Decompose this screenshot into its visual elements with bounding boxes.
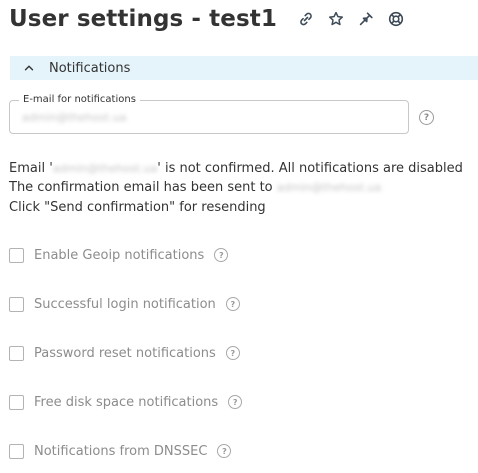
disk-space-checkbox[interactable]	[9, 394, 24, 410]
page-title: User settings - test1	[9, 6, 277, 32]
chevron-up-icon	[22, 61, 36, 75]
email-field[interactable]: E-mail for notifications admin@thehost.u…	[9, 93, 409, 134]
status-line-unconfirmed: Email 'admin@thehost.ua' is not confirme…	[9, 161, 463, 176]
dnssec-label[interactable]: Notifications from DNSSEC	[34, 444, 207, 459]
star-icon[interactable]	[328, 11, 344, 27]
email-field-value[interactable]: admin@thehost.ua	[22, 111, 126, 124]
title-toolbar	[298, 11, 418, 27]
password-reset-label[interactable]: Password reset notifications	[34, 346, 216, 361]
dnssec-help-icon[interactable]: ?	[217, 444, 232, 458]
option-dnssec: Notifications from DNSSEC ?	[9, 442, 232, 460]
dnssec-checkbox[interactable]	[9, 443, 24, 459]
login-label[interactable]: Successful login notification	[34, 297, 216, 312]
status-line-sent: The confirmation email has been sent to …	[9, 180, 382, 195]
status-line-resend: Click "Send confirmation" for resending	[9, 200, 266, 215]
disk-space-help-icon[interactable]: ?	[228, 395, 243, 409]
section-title: Notifications	[49, 60, 131, 76]
option-geoip: Enable Geoip notifications ?	[9, 246, 229, 264]
link-icon[interactable]	[298, 11, 314, 27]
option-password-reset: Password reset notifications ?	[9, 344, 240, 362]
option-disk-space: Free disk space notifications ?	[9, 393, 243, 411]
email-help-icon[interactable]: ?	[419, 110, 434, 125]
pin-icon[interactable]	[358, 11, 374, 27]
notifications-section-header[interactable]: Notifications	[10, 56, 478, 80]
title-row: User settings - test1	[9, 2, 418, 36]
option-login: Successful login notification ?	[9, 295, 240, 313]
email-field-label: E-mail for notifications	[19, 93, 140, 107]
geoip-checkbox[interactable]	[9, 247, 24, 263]
disk-space-label[interactable]: Free disk space notifications	[34, 395, 218, 410]
help-ring-icon[interactable]	[388, 11, 404, 27]
login-help-icon[interactable]: ?	[225, 297, 240, 311]
password-reset-checkbox[interactable]	[9, 345, 24, 361]
sent-email: admin@thehost.ua	[276, 181, 382, 194]
unconfirmed-email: admin@thehost.ua	[52, 162, 158, 175]
geoip-label[interactable]: Enable Geoip notifications	[34, 248, 204, 263]
geoip-help-icon[interactable]: ?	[214, 248, 229, 262]
login-checkbox[interactable]	[9, 296, 24, 312]
password-reset-help-icon[interactable]: ?	[225, 346, 240, 360]
